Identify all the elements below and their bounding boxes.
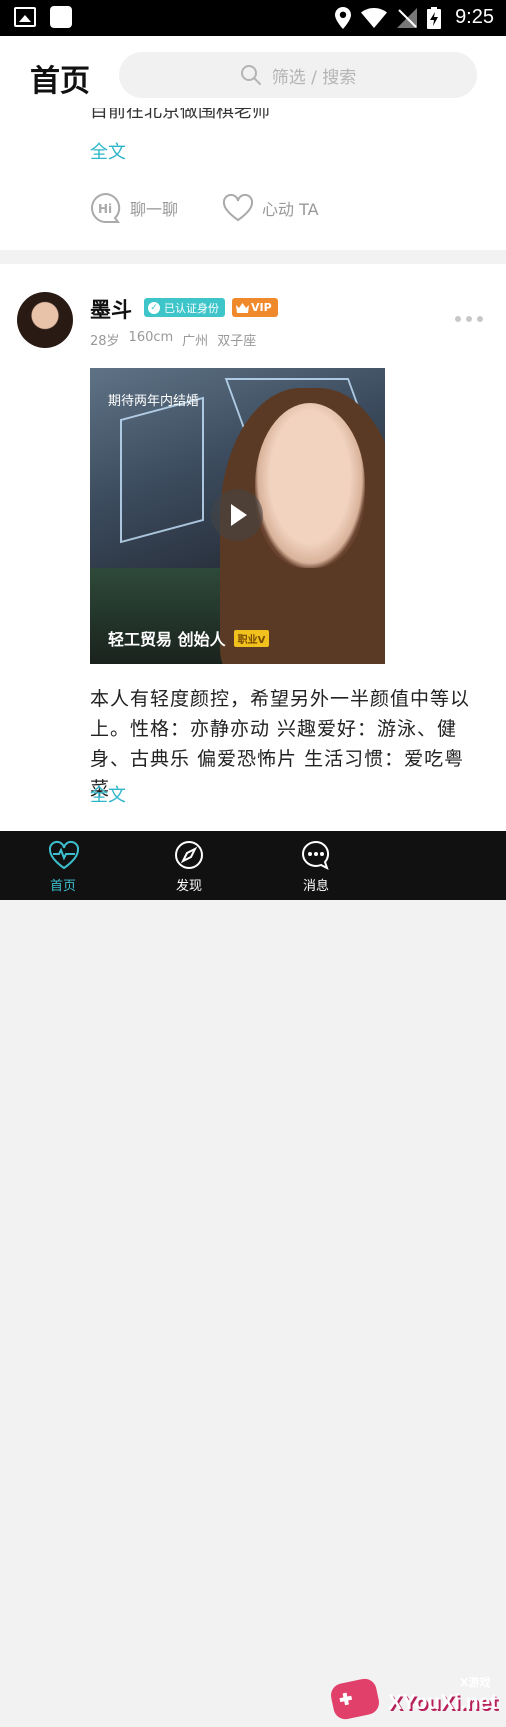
like-button[interactable]: 心动 TA <box>222 194 319 222</box>
app-notification-icon <box>50 6 72 28</box>
tab-label: 发现 <box>175 879 202 894</box>
search-bar[interactable]: 筛选 / 搜索 <box>119 52 477 98</box>
city: 广州 <box>182 334 209 349</box>
watermark-sub: X游戏 <box>460 1676 491 1689</box>
video-top-caption: 期待两年内结婚 <box>108 394 200 409</box>
profession-tag: 职业V <box>233 629 270 647</box>
avatar[interactable] <box>17 292 73 348</box>
hi-chat-icon: Hi <box>91 192 121 223</box>
image-notification-icon <box>14 7 36 27</box>
gamepad-icon <box>328 1676 382 1722</box>
height: 160cm <box>128 330 174 345</box>
heart-pulse-icon <box>48 840 80 870</box>
discover-icon <box>175 841 203 869</box>
play-icon[interactable] <box>211 489 263 541</box>
chat-label: 聊一聊 <box>130 200 179 219</box>
page-title: 首页 <box>30 65 90 98</box>
watermark: X游戏 XYouXi.net <box>328 1669 504 1727</box>
location-icon <box>335 6 352 29</box>
watermark-main: XYouXi.net <box>388 1691 498 1714</box>
full-text-link[interactable]: 全文 <box>90 138 126 164</box>
bottom-tab-bar: 首页 发现 消息 X游戏 XYouXi.net <box>0 831 506 1722</box>
verified-badge: ✓ 已认证身份 <box>144 298 225 317</box>
user-meta: 28岁 160cm 广州 双子座 <box>90 330 256 349</box>
background-light <box>120 396 204 544</box>
wifi-icon <box>361 7 388 28</box>
message-icon <box>302 840 330 870</box>
tab-label: 消息 <box>302 879 329 894</box>
search-icon <box>240 65 261 85</box>
heart-icon <box>223 194 254 222</box>
post-actions: Hi 聊一聊 心动 TA <box>90 192 363 224</box>
like-label: 心动 TA <box>262 200 319 219</box>
search-placeholder: 筛选 / 搜索 <box>271 67 357 88</box>
chat-button[interactable]: Hi 聊一聊 <box>90 192 178 224</box>
age: 28岁 <box>90 334 120 349</box>
portrait-face <box>255 403 365 568</box>
no-signal-icon <box>397 7 418 28</box>
crown-icon <box>236 302 249 313</box>
clock: 9:25 <box>455 6 494 28</box>
post-card: 墨斗 ✓ 已认证身份 VIP 28岁 160cm 广州 双子座 期待两年内结婚 … <box>0 264 506 831</box>
vip-badge: VIP <box>232 298 278 317</box>
video-thumbnail[interactable]: 期待两年内结婚 轻工贸易 创始人 职业V <box>90 368 385 664</box>
svg-text:Hi: Hi <box>98 202 112 216</box>
top-header: 首页 筛选 / 搜索 <box>0 36 506 114</box>
battery-charging-icon <box>427 6 442 29</box>
post-text-cut: 目前在北京做围棋老师 <box>90 108 270 122</box>
full-text-link[interactable]: 全文 <box>90 781 126 807</box>
zodiac: 双子座 <box>217 334 257 349</box>
user-name[interactable]: 墨斗 <box>90 294 132 324</box>
video-bottom-caption: 轻工贸易 创始人 职业V <box>108 626 270 650</box>
previous-post-card: 目前在北京做围棋老师 全文 Hi 聊一聊 心动 TA <box>0 108 506 250</box>
check-icon: ✓ <box>148 301 160 314</box>
more-options-button[interactable] <box>455 316 483 322</box>
tab-label: 首页 <box>49 879 76 894</box>
post-bio: 本人有轻度颜控，希望另外一半颜值中等以上。性格：亦静亦动 兴趣爱好：游泳、健身、… <box>90 688 471 800</box>
status-bar: 9:25 <box>0 0 506 36</box>
